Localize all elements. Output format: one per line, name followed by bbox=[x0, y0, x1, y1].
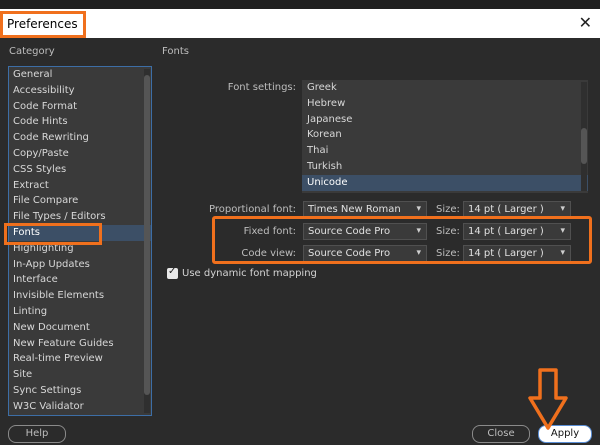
category-item-copy-paste[interactable]: Copy/Paste bbox=[9, 146, 151, 162]
close-icon[interactable]: ✕ bbox=[579, 13, 592, 32]
category-item-new-feature-guides[interactable]: New Feature Guides bbox=[9, 336, 151, 352]
category-item-site[interactable]: Site bbox=[9, 367, 151, 383]
fixed-font-value: Source Code Pro bbox=[308, 226, 391, 237]
category-item-in-app-updates[interactable]: In-App Updates bbox=[9, 257, 151, 273]
chevron-down-icon: ▾ bbox=[560, 248, 565, 258]
font-settings-list[interactable]: Greek Hebrew Japanese Korean Thai Turkis… bbox=[302, 80, 588, 193]
category-item-linting[interactable]: Linting bbox=[9, 304, 151, 320]
proportional-font-value: Times New Roman bbox=[308, 204, 401, 215]
font-settings-item-greek[interactable]: Greek bbox=[302, 80, 588, 96]
font-settings-item-turkish[interactable]: Turkish bbox=[302, 159, 588, 175]
category-item-general[interactable]: General bbox=[9, 67, 151, 83]
category-list[interactable]: General Accessibility Code Format Code H… bbox=[8, 66, 152, 416]
proportional-size-select[interactable]: 14 pt ( Larger ) ▾ bbox=[463, 201, 571, 218]
proportional-font-label: Proportional font: bbox=[209, 204, 296, 215]
chevron-down-icon: ▾ bbox=[560, 204, 565, 214]
category-item-css-styles[interactable]: CSS Styles bbox=[9, 162, 151, 178]
category-item-code-format[interactable]: Code Format bbox=[9, 99, 151, 115]
menu-bar bbox=[0, 0, 600, 9]
category-item-invisible-elements[interactable]: Invisible Elements bbox=[9, 288, 151, 304]
chevron-down-icon: ▾ bbox=[560, 226, 565, 236]
code-view-value: Source Code Pro bbox=[308, 248, 391, 259]
code-view-size-value: 14 pt ( Larger ) bbox=[468, 248, 544, 259]
font-settings-item-korean[interactable]: Korean bbox=[302, 127, 588, 143]
dynamic-font-mapping-checkbox[interactable]: ✓ bbox=[167, 266, 178, 279]
category-item-real-time-preview[interactable]: Real-time Preview bbox=[9, 351, 151, 367]
fixed-size-select[interactable]: 14 pt ( Larger ) ▾ bbox=[463, 223, 571, 240]
category-item-file-types[interactable]: File Types / Editors bbox=[9, 209, 151, 225]
dynamic-font-mapping-label: Use dynamic font mapping bbox=[182, 268, 317, 279]
title-bar: Preferences ✕ bbox=[0, 9, 600, 38]
down-arrow-icon bbox=[528, 368, 568, 430]
category-item-highlighting[interactable]: Highlighting bbox=[9, 241, 151, 257]
fixed-font-select[interactable]: Source Code Pro ▾ bbox=[303, 223, 427, 240]
category-item-sync-settings[interactable]: Sync Settings bbox=[9, 383, 151, 399]
code-view-select[interactable]: Source Code Pro ▾ bbox=[303, 245, 427, 262]
category-item-code-rewriting[interactable]: Code Rewriting bbox=[9, 130, 151, 146]
section-title: Fonts bbox=[162, 46, 189, 57]
chevron-down-icon: ▾ bbox=[416, 248, 421, 258]
category-scroll-thumb[interactable] bbox=[144, 75, 150, 395]
category-item-code-hints[interactable]: Code Hints bbox=[9, 114, 151, 130]
category-scrollbar[interactable] bbox=[144, 69, 150, 413]
category-item-accessibility[interactable]: Accessibility bbox=[9, 83, 151, 99]
help-button[interactable]: Help bbox=[8, 425, 66, 443]
font-settings-item-hebrew[interactable]: Hebrew bbox=[302, 96, 588, 112]
category-item-interface[interactable]: Interface bbox=[9, 272, 151, 288]
window-title: Preferences bbox=[7, 17, 78, 31]
category-item-file-compare[interactable]: File Compare bbox=[9, 193, 151, 209]
code-view-label: Code view: bbox=[241, 248, 296, 259]
fixed-size-value: 14 pt ( Larger ) bbox=[468, 226, 544, 237]
close-button[interactable]: Close bbox=[472, 425, 530, 443]
font-settings-scrollbar[interactable] bbox=[581, 82, 587, 191]
font-settings-item-thai[interactable]: Thai bbox=[302, 143, 588, 159]
category-item-fonts[interactable]: Fonts bbox=[9, 224, 151, 241]
proportional-font-select[interactable]: Times New Roman ▾ bbox=[303, 201, 427, 218]
font-settings-item-unicode[interactable]: Unicode bbox=[302, 174, 588, 191]
font-settings-label: Font settings: bbox=[227, 82, 296, 93]
fixed-size-label: Size: bbox=[436, 226, 460, 237]
font-settings-item-japanese[interactable]: Japanese bbox=[302, 112, 588, 128]
chevron-down-icon: ▾ bbox=[416, 226, 421, 236]
code-view-size-label: Size: bbox=[436, 248, 460, 259]
font-settings-scroll-thumb[interactable] bbox=[581, 128, 587, 164]
chevron-down-icon: ▾ bbox=[416, 204, 421, 214]
category-item-w3c-validator[interactable]: W3C Validator bbox=[9, 399, 151, 415]
category-item-new-document[interactable]: New Document bbox=[9, 320, 151, 336]
proportional-size-value: 14 pt ( Larger ) bbox=[468, 204, 544, 215]
fixed-font-label: Fixed font: bbox=[243, 226, 296, 237]
proportional-size-label: Size: bbox=[436, 204, 460, 215]
category-item-extract[interactable]: Extract bbox=[9, 178, 151, 194]
category-header: Category bbox=[9, 46, 55, 57]
code-view-size-select[interactable]: 14 pt ( Larger ) ▾ bbox=[463, 245, 571, 262]
checkmark-icon: ✓ bbox=[168, 266, 177, 277]
